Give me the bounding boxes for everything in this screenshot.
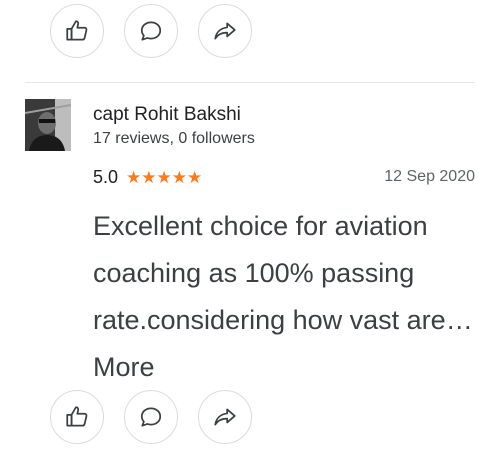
share-icon [214,22,236,40]
bottom-action-row [50,390,252,444]
rating-value: 5.0 [93,167,119,187]
share-button[interactable] [198,390,252,444]
thumbs-up-icon [66,406,88,427]
comment-icon [140,407,162,427]
avatar[interactable] [25,99,71,151]
review-body[interactable]: Excellent choice for aviation coaching a… [93,203,483,391]
share-button[interactable] [198,4,252,58]
comment-button[interactable] [124,4,178,58]
rating-row: 5.0 ★★★★★ [93,167,202,188]
avatar-photo [25,99,71,151]
comment-icon [140,21,162,41]
review-date: 12 Sep 2020 [384,168,475,185]
star-rating: ★★★★★ [126,167,203,187]
comment-button[interactable] [124,390,178,444]
thumbs-up-icon [66,20,88,41]
reviewer-name[interactable]: capt Rohit Bakshi [93,104,241,126]
review-text: Excellent choice for aviation coaching a… [93,211,473,335]
like-button[interactable] [50,4,104,58]
reviewer-meta: 17 reviews, 0 followers [93,130,255,147]
more-link[interactable]: More [93,344,483,391]
like-button[interactable] [50,390,104,444]
share-icon [214,408,236,426]
divider [25,82,475,83]
top-action-row [50,4,252,58]
